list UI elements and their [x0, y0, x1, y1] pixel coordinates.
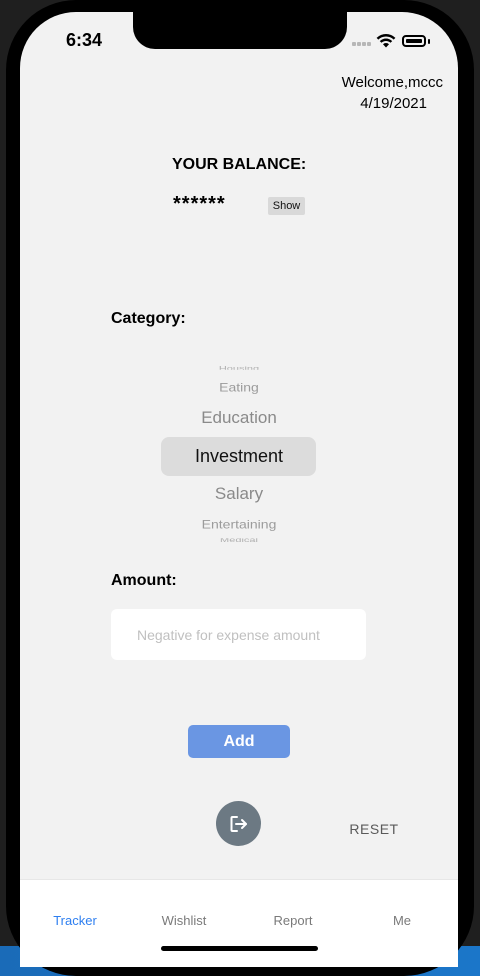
picker-item-housing[interactable]: Housing — [160, 364, 318, 369]
show-balance-button[interactable]: Show — [268, 197, 305, 215]
status-icons — [352, 30, 432, 50]
phone-notch — [133, 12, 347, 49]
signal-dot-icon — [357, 42, 361, 46]
category-picker[interactable]: Housing Eating Education Investment Sala… — [160, 360, 318, 546]
welcome-block: Welcome,mccc 4/19/2021 — [330, 72, 443, 114]
picker-item-investment[interactable]: Investment — [160, 446, 318, 467]
amount-label: Amount: — [111, 572, 177, 589]
welcome-text: Welcome,mccc — [341, 74, 443, 91]
signal-dot-icon — [367, 42, 371, 46]
battery-icon — [402, 35, 426, 47]
logout-icon — [230, 815, 247, 832]
signal-dot-icon — [362, 42, 366, 46]
home-indicator[interactable] — [161, 946, 318, 951]
signal-dot-icon — [352, 42, 356, 46]
picker-item-education[interactable]: Education — [160, 408, 318, 428]
tab-me[interactable]: Me — [347, 913, 457, 928]
tab-report[interactable]: Report — [238, 913, 348, 928]
amount-input[interactable] — [111, 609, 366, 660]
tab-bar: Tracker Wishlist Report Me — [20, 879, 458, 967]
reset-button[interactable]: RESET — [346, 818, 402, 840]
logout-button[interactable] — [216, 801, 261, 846]
picker-item-entertaining[interactable]: Entertaining — [160, 517, 318, 531]
picker-item-salary[interactable]: Salary — [160, 484, 318, 504]
add-button[interactable]: Add — [188, 725, 290, 758]
picker-item-eating[interactable]: Eating — [160, 380, 318, 394]
tab-tracker[interactable]: Tracker — [20, 913, 130, 928]
date-text: 4/19/2021 — [360, 95, 427, 112]
balance-title: YOUR BALANCE: — [172, 156, 307, 173]
picker-item-medical[interactable]: Medical — [160, 538, 318, 544]
wifi-icon — [376, 34, 396, 48]
status-time: 6:34 — [66, 30, 103, 50]
tab-wishlist[interactable]: Wishlist — [129, 913, 239, 928]
category-label: Category: — [111, 310, 186, 327]
balance-value: ****** — [173, 193, 226, 215]
